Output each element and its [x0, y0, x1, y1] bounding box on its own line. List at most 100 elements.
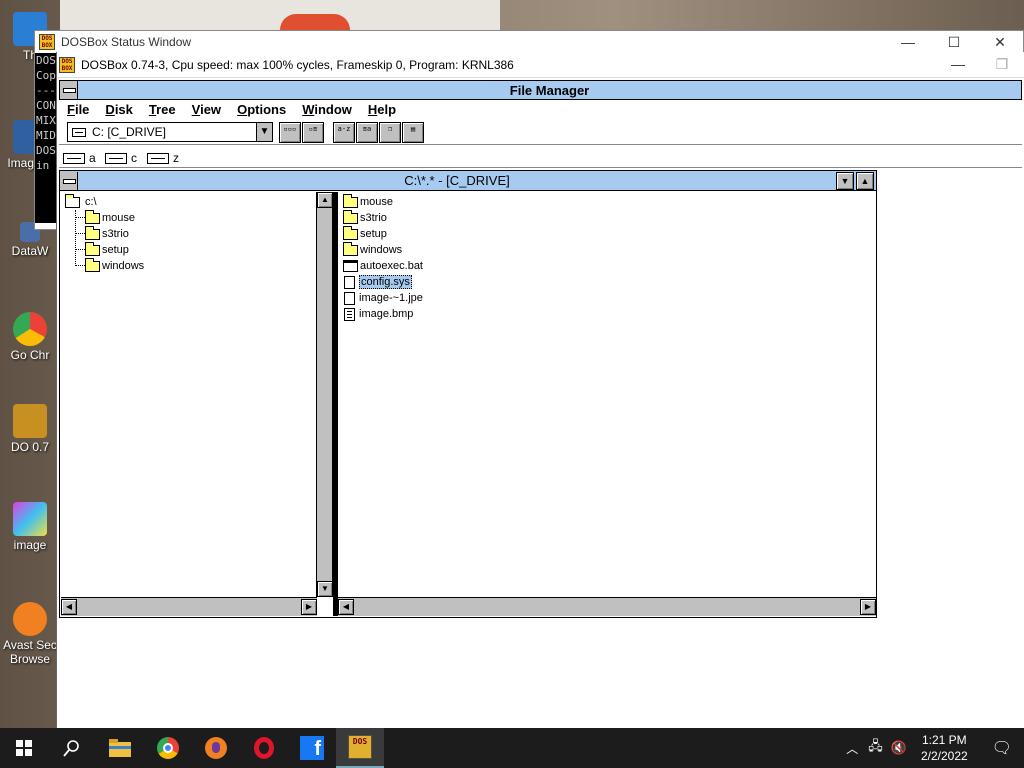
directory-window-title: C:\*.* - [C_DRIVE]: [404, 173, 510, 188]
taskbar-clock[interactable]: 1:21 PM 2/2/2022: [921, 732, 968, 764]
directory-tree-pane[interactable]: c:\ mouse s3trio setup windows: [61, 192, 317, 597]
avast-icon: [205, 737, 227, 759]
status-window-titlebar[interactable]: DOS BOX DOSBox Status Window — ☐ ✕: [35, 31, 1023, 53]
volume-muted-icon[interactable]: 🔇: [891, 740, 907, 756]
file-item-setup[interactable]: setup: [343, 225, 387, 242]
chrome-icon-center: [163, 743, 173, 753]
file-item-mouse[interactable]: mouse: [343, 193, 393, 210]
file-item-config[interactable]: config.sys: [342, 274, 412, 290]
file-item-s3trio[interactable]: s3trio: [343, 209, 387, 226]
tree-line: [75, 233, 85, 234]
dosbox-window[interactable]: DOS BOX DOSBox 0.74-3, Cpu speed: max 100…: [56, 52, 1024, 728]
show-hidden-icons-chevron-icon[interactable]: ︿: [846, 740, 858, 757]
drive-c-button[interactable]: c: [105, 151, 137, 165]
desktop-icon-google-chrome[interactable]: Go Chr: [0, 312, 60, 362]
floppy-drive-icon: [63, 152, 85, 164]
dosbox-titlebar[interactable]: DOS BOX DOSBox 0.74-3, Cpu speed: max 100…: [57, 52, 1024, 78]
tree-horizontal-scrollbar[interactable]: ◀ ▶: [61, 597, 317, 616]
menu-options[interactable]: Options: [229, 101, 294, 121]
restore-button[interactable]: ❐: [980, 56, 1024, 73]
network-icon[interactable]: 🖧: [868, 737, 883, 759]
sort-type-button[interactable]: ≡a: [356, 122, 378, 143]
tree-root[interactable]: c:\: [65, 193, 97, 210]
dosbox-icon: DOS: [348, 735, 372, 759]
search-button[interactable]: [48, 728, 96, 768]
close-button[interactable]: ✕: [977, 34, 1023, 51]
avast-browser-taskbar-button[interactable]: [192, 728, 240, 768]
hard-drive-icon: [72, 127, 86, 137]
dropdown-arrow-icon[interactable]: ▼: [256, 123, 272, 141]
scroll-up-arrow-icon[interactable]: ▲: [317, 192, 333, 208]
tree-item-windows[interactable]: windows: [85, 257, 144, 274]
file-item-image-jpe[interactable]: image-~1.jpe: [342, 290, 423, 306]
chrome-taskbar-button[interactable]: [144, 728, 192, 768]
menu-tree[interactable]: Tree: [141, 101, 184, 121]
folder-icon: [343, 241, 358, 256]
minimize-button[interactable]: —: [885, 34, 931, 51]
drive-z-button[interactable]: z: [147, 151, 179, 165]
drive-select-value: C: [C_DRIVE]: [92, 125, 167, 139]
minimize-button[interactable]: —: [936, 56, 980, 73]
taskbar-time: 1:21 PM: [921, 733, 967, 747]
menu-disk[interactable]: Disk: [97, 101, 140, 121]
menu-help[interactable]: Help: [360, 101, 404, 121]
open-folder-icon: [65, 193, 80, 208]
drive-select[interactable]: C: [C_DRIVE] ▼: [67, 122, 273, 142]
tree-item-s3trio[interactable]: s3trio: [85, 225, 129, 242]
file-explorer-taskbar-button[interactable]: [96, 728, 144, 768]
drive-a-button[interactable]: a: [63, 151, 96, 165]
directory-window-titlebar[interactable]: C:\*.* - [C_DRIVE] ▼ ▲: [60, 171, 876, 191]
tree-vertical-scrollbar[interactable]: ▲ ▼: [317, 192, 333, 597]
sort-name-button[interactable]: a-z: [333, 122, 355, 143]
tree-root-label: c:\: [85, 196, 97, 208]
system-tray: ︿ 🖧 🔇 1:21 PM 2/2/2022 🗨: [840, 728, 1024, 768]
status-console: DOS Cop --- CON MIX MID DOS in: [35, 53, 57, 223]
dosbox-icon: DOS BOX: [39, 34, 55, 50]
dosbox-icon: DOS BOX: [59, 56, 75, 73]
menu-view[interactable]: View: [184, 101, 229, 121]
maximize-button[interactable]: ☐: [931, 34, 977, 51]
folder-icon: [85, 241, 100, 256]
tree-view-button[interactable]: ▫▫▫: [279, 122, 301, 143]
file-manager-titlebar[interactable]: File Manager: [59, 80, 1022, 100]
avast-icon: [13, 602, 47, 636]
opera-taskbar-button[interactable]: [240, 728, 288, 768]
tree-item-setup[interactable]: setup: [85, 241, 129, 258]
scroll-down-arrow-icon[interactable]: ▼: [317, 581, 333, 597]
system-menu-button[interactable]: [60, 81, 78, 99]
file-item-autoexec[interactable]: autoexec.bat: [342, 258, 423, 274]
maximize-button[interactable]: ▲: [856, 171, 874, 190]
file-item-image-bmp[interactable]: image.bmp: [342, 306, 413, 322]
start-button[interactable]: [0, 728, 48, 768]
facebook-taskbar-button[interactable]: f: [288, 728, 336, 768]
folder-icon: [85, 257, 100, 272]
menu-file[interactable]: File: [59, 101, 97, 121]
folder-icon: [343, 225, 358, 240]
scroll-right-arrow-icon[interactable]: ▶: [860, 599, 876, 615]
search-icon: [63, 740, 79, 757]
file-manager-menubar: File Disk Tree View Options Window Help: [59, 101, 1022, 121]
scroll-left-arrow-icon[interactable]: ◀: [61, 599, 77, 615]
system-menu-button[interactable]: [60, 171, 78, 190]
desktop-icon-avast-browser[interactable]: Avast Sec Browse: [0, 602, 60, 666]
chrome-icon: [13, 312, 47, 346]
list-horizontal-scrollbar[interactable]: ◀ ▶: [338, 597, 876, 616]
scroll-right-arrow-icon[interactable]: ▶: [301, 599, 317, 615]
new-window-button[interactable]: ❐: [379, 122, 401, 143]
hard-drive-icon: [105, 152, 127, 164]
folder-icon: [85, 209, 100, 224]
directory-window[interactable]: C:\*.* - [C_DRIVE] ▼ ▲ c:\ mouse s3trio …: [59, 170, 877, 618]
dosbox-taskbar-button[interactable]: DOS: [336, 728, 384, 768]
sort-size-button[interactable]: ▤: [402, 122, 424, 143]
desktop-icon-dosbox[interactable]: DO 0.7: [0, 404, 60, 454]
notification-center-icon[interactable]: 🗨: [992, 738, 1012, 758]
minimize-button[interactable]: ▼: [836, 171, 854, 190]
menu-window[interactable]: Window: [294, 101, 360, 121]
desktop-icon-image-file[interactable]: image: [0, 502, 60, 552]
dosbox-screen: File Manager File Disk Tree View Options…: [57, 78, 1024, 728]
file-list-pane[interactable]: mouse s3trio setup windows autoexec.bat: [338, 192, 876, 597]
scroll-left-arrow-icon[interactable]: ◀: [338, 599, 354, 615]
tree-item-mouse[interactable]: mouse: [85, 209, 135, 226]
file-item-windows[interactable]: windows: [343, 241, 402, 258]
list-view-button[interactable]: ▫≡: [302, 122, 324, 143]
